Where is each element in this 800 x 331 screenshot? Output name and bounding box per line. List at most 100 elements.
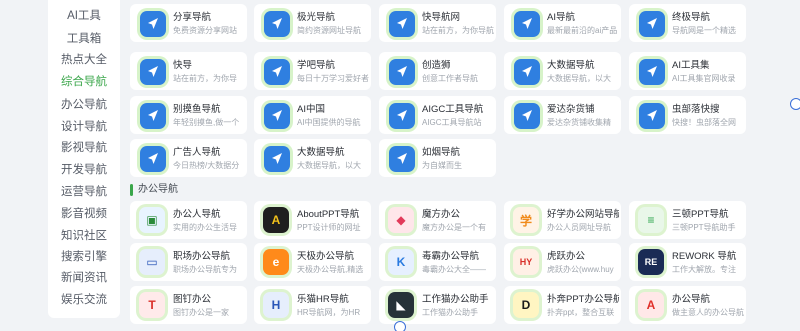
navigation-arrow-icon bbox=[264, 103, 290, 129]
nav-card[interactable]: 学好学办公网站导航 办公人员网址导航 bbox=[504, 201, 621, 239]
card-title: 图钉办公 bbox=[173, 294, 212, 305]
nav-card[interactable]: ◣ 工作猫办公助手 工作猫办公助手 bbox=[379, 286, 496, 324]
navigation-arrow-icon bbox=[140, 59, 166, 85]
sidebar-item[interactable]: 工具箱 bbox=[48, 29, 120, 49]
nav-card[interactable]: 分享导航免费资源分享网站 bbox=[130, 4, 247, 42]
navigation-arrow-icon bbox=[639, 11, 665, 37]
sidebar-item[interactable]: AI工具 bbox=[48, 6, 120, 26]
card-desc: 工作猫办公助手 bbox=[422, 308, 478, 317]
card-desc: 图钉办公是一家 bbox=[173, 308, 229, 317]
section-title-office: 办公导航 bbox=[138, 184, 178, 195]
sidebar-item[interactable]: 热点大全 bbox=[48, 50, 120, 70]
sidebar-item[interactable]: 知识社区 bbox=[48, 226, 120, 246]
nav-card[interactable]: A 办公导航 做主意人的办公导航 bbox=[629, 286, 746, 324]
nav-card[interactable]: ≡ 三顿PPT导航 三顿PPT导航助手 bbox=[629, 201, 746, 239]
card-title: 办公导航 bbox=[672, 294, 711, 305]
card-title: 办公人导航 bbox=[173, 209, 221, 220]
card-desc: 大数据导航，以大 bbox=[297, 161, 361, 170]
nav-card[interactable]: K 毒霸办公导航 毒霸办公大全—— bbox=[379, 243, 496, 281]
card-desc: AI工具集官网收录 bbox=[672, 74, 736, 83]
nav-card[interactable]: 广告人导航 今日热榜/大数据分 bbox=[130, 139, 247, 177]
card-title: 工作猫办公助手 bbox=[422, 294, 489, 305]
nav-card[interactable]: 如烟导航 为自媒而生 bbox=[379, 139, 496, 177]
nav-card[interactable]: RE REWORK 导航 工作大解放。专注 bbox=[629, 243, 746, 281]
card-title: 毒霸办公导航 bbox=[422, 251, 480, 262]
nav-card[interactable]: HY 虎跃办公 虎跃办公(www.huy bbox=[504, 243, 621, 281]
e-letter-icon: e bbox=[263, 249, 289, 275]
sidebar-item[interactable]: 影音视频 bbox=[48, 204, 120, 224]
scroll-indicator-icon[interactable] bbox=[394, 321, 406, 331]
navigation-arrow-icon bbox=[389, 146, 415, 172]
nav-card[interactable]: 快导航网 站在前方，为你导航 bbox=[379, 4, 496, 42]
card-desc: 毒霸办公大全—— bbox=[422, 265, 486, 274]
card-desc: AIGC工具导航站 bbox=[422, 118, 482, 127]
nav-card[interactable]: 大数据导航 大数据导航，以大 bbox=[504, 52, 621, 90]
d-letter-icon: D bbox=[513, 292, 539, 318]
card-desc: 天极办公导航,精选 bbox=[297, 265, 364, 274]
card-desc: 创意工作者导航 bbox=[422, 74, 478, 83]
nav-card[interactable]: 终极导航 导航网是一个精选 bbox=[629, 4, 746, 42]
card-title: 分享导航 bbox=[173, 12, 212, 23]
sidebar-item[interactable]: 影视导航 bbox=[48, 138, 120, 158]
card-desc: 职场办公导航专为 bbox=[173, 265, 237, 274]
card-desc: HR导航网，为HR bbox=[297, 308, 361, 317]
sidebar-item[interactable]: 开发导航 bbox=[48, 160, 120, 180]
card-desc: 年轻别摸鱼,做一个 bbox=[173, 118, 240, 127]
card-title: REWORK 导航 bbox=[672, 251, 737, 262]
cat-icon: ◣ bbox=[388, 292, 414, 318]
card-desc: 办公人员网址导航 bbox=[547, 223, 611, 232]
card-desc: 免费资源分享网站 bbox=[173, 26, 237, 35]
navigation-arrow-icon bbox=[639, 103, 665, 129]
sidebar-item[interactable]: 办公导航 bbox=[48, 95, 120, 115]
card-title: 天极办公导航 bbox=[297, 251, 355, 262]
card-title: 快导 bbox=[173, 60, 193, 71]
nav-card[interactable]: D 扑奔PPT办公导航 扑奔ppt，整合互联 bbox=[504, 286, 621, 324]
card-title: 虎跃办公 bbox=[547, 251, 586, 262]
navigation-arrow-icon bbox=[389, 11, 415, 37]
nav-card[interactable]: 极光导航 简约资源网址导航 bbox=[254, 4, 371, 42]
card-title: 扑奔PPT办公导航 bbox=[547, 294, 619, 305]
nav-card[interactable]: 别摸鱼导航 年轻别摸鱼,做一个 bbox=[130, 96, 247, 134]
navigation-arrow-icon bbox=[264, 146, 290, 172]
nav-card[interactable]: AI中国 AI中国提供的导航 bbox=[254, 96, 371, 134]
re-icon: RE bbox=[638, 249, 664, 275]
nav-card[interactable]: ◆ 魔方办公 魔方办公是一个有 bbox=[379, 201, 496, 239]
card-title: 创造狮 bbox=[422, 60, 451, 71]
sidebar-item[interactable]: 娱乐交流 bbox=[48, 290, 120, 310]
aboutppt-icon: A bbox=[263, 207, 289, 233]
nav-card[interactable]: A AboutPPT导航 PPT设计师的网址 bbox=[254, 201, 371, 239]
card-desc: 魔方办公是一个有 bbox=[422, 223, 486, 232]
card-desc: AI中国提供的导航 bbox=[297, 118, 361, 127]
card-desc: 每日十万学习爱好者 bbox=[297, 74, 369, 83]
card-title: 大数据导航 bbox=[297, 147, 345, 158]
navigation-arrow-icon bbox=[140, 146, 166, 172]
sidebar-item[interactable]: 运营导航 bbox=[48, 182, 120, 202]
nav-card[interactable]: 爱达杂货铺 爱达杂货铺收集精 bbox=[504, 96, 621, 134]
scroll-indicator-icon[interactable] bbox=[790, 98, 800, 110]
nav-card[interactable]: 快导 站在前方，为你导 bbox=[130, 52, 247, 90]
card-desc: 简约资源网址导航 bbox=[297, 26, 361, 35]
sidebar-item[interactable]: 综合导航 bbox=[48, 72, 120, 92]
nav-card[interactable]: 虫部落快搜 快搜！虫部落全网 bbox=[629, 96, 746, 134]
nav-card[interactable]: 大数据导航大数据导航，以大 bbox=[254, 139, 371, 177]
nav-card[interactable]: ▭ 职场办公导航 职场办公导航专为 bbox=[130, 243, 247, 281]
nav-card[interactable]: e 天极办公导航 天极办公导航,精选 bbox=[254, 243, 371, 281]
card-desc: 三顿PPT导航助手 bbox=[672, 223, 736, 232]
card-desc: 工作大解放。专注 bbox=[672, 265, 736, 274]
main-content: 办公导航 分享导航 免费资源分享网站 极光导航 简约资源网址导航 快导航网 站在前方，为你… bbox=[124, 0, 788, 331]
card-title: 爱达杂货铺 bbox=[547, 104, 595, 115]
nav-card[interactable]: ▣ 办公人导航 实用的办公生活导 bbox=[130, 201, 247, 239]
sidebar-item[interactable]: 新闻资讯 bbox=[48, 268, 120, 288]
nav-card[interactable]: 创造狮创意工作者导航 bbox=[379, 52, 496, 90]
nav-card[interactable]: AIGC工具导航 AIGC工具导航站 bbox=[379, 96, 496, 134]
tuding-icon: T bbox=[139, 292, 165, 318]
nav-card[interactable]: 学吧导航 每日十万学习爱好者 bbox=[254, 52, 371, 90]
cube-icon: ◆ bbox=[388, 207, 414, 233]
sidebar-item[interactable]: 设计导航 bbox=[48, 117, 120, 137]
nav-card[interactable]: AI导航 最新最前沿的ai产品 bbox=[504, 4, 621, 42]
nav-card[interactable]: H 乐猫HR导航 HR导航网，为HR bbox=[254, 286, 371, 324]
sidebar-item[interactable]: 搜索引擎 bbox=[48, 247, 120, 267]
nav-card[interactable]: AI工具集 AI工具集官网收录 bbox=[629, 52, 746, 90]
nav-card[interactable]: T 图钉办公图钉办公是一家 bbox=[130, 286, 247, 324]
card-title: 虫部落快搜 bbox=[672, 104, 720, 115]
